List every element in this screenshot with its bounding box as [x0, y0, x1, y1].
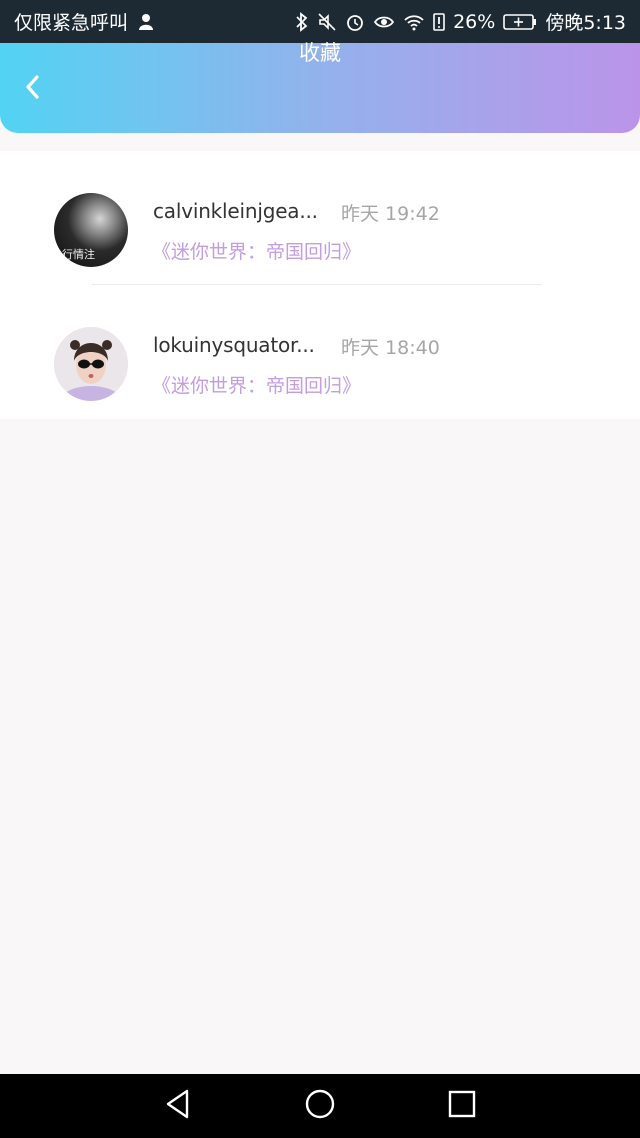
nav-recents-icon	[447, 1089, 477, 1123]
avatar[interactable]	[54, 327, 128, 401]
avatar-caption: 行情注	[62, 248, 95, 261]
timestamp: 昨天 18:40	[341, 337, 440, 359]
back-button[interactable]	[16, 72, 50, 106]
nav-back-button[interactable]	[158, 1086, 198, 1126]
nav-recents-button[interactable]	[442, 1086, 482, 1126]
status-bar-left: 仅限紧急呼叫	[14, 8, 156, 35]
status-bar-right: 26% 傍晚5:13	[295, 8, 626, 35]
timestamp: 昨天 19:42	[341, 203, 440, 225]
header-bar	[0, 43, 640, 133]
wifi-icon	[403, 12, 425, 32]
alarm-icon	[345, 12, 365, 32]
book-title[interactable]: 《迷你世界：帝国回归》	[152, 371, 361, 398]
battery-alert-icon	[433, 12, 445, 32]
username: lokuinysquator...	[153, 333, 315, 357]
nav-home-icon	[304, 1088, 336, 1124]
eye-icon	[373, 12, 395, 32]
book-title[interactable]: 《迷你世界：帝国回归》	[152, 237, 361, 264]
user-silhouette-icon	[136, 12, 156, 32]
chevron-left-icon	[23, 74, 43, 104]
carrier-text: 仅限紧急呼叫	[14, 12, 129, 34]
status-bar: 仅限紧急呼叫 26% 傍晚5:13	[0, 0, 640, 43]
username: calvinkleinjgea...	[153, 199, 318, 223]
list-item[interactable]: lokuinysquator... 昨天 18:40 《迷你世界：帝国回归》	[0, 285, 640, 419]
list-item[interactable]: 行情注 calvinkleinjgea... 昨天 19:42 《迷你世界：帝国…	[0, 151, 640, 285]
nav-back-icon	[163, 1088, 193, 1124]
mute-icon	[317, 12, 337, 32]
bluetooth-icon	[295, 11, 309, 32]
navigation-bar	[0, 1074, 640, 1138]
avatar[interactable]: 行情注	[54, 193, 128, 267]
battery-icon	[503, 12, 537, 32]
clock: 傍晚5:13	[545, 12, 626, 34]
battery-percent: 26%	[453, 10, 496, 33]
favorites-list: 行情注 calvinkleinjgea... 昨天 19:42 《迷你世界：帝国…	[0, 151, 640, 419]
nav-home-button[interactable]	[300, 1086, 340, 1126]
